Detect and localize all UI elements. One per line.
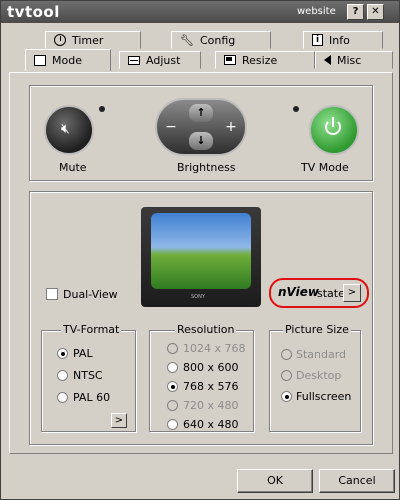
tv-image: SONY [141, 207, 261, 307]
radio-desktop-label: Desktop [296, 369, 342, 382]
nview-state-button[interactable]: > [343, 284, 361, 302]
resize-icon [224, 55, 236, 65]
radio-720x480-label: 720 x 480 [183, 399, 239, 412]
monitor-icon [34, 55, 46, 66]
tab-timer-label: Timer [72, 33, 104, 47]
adjust-icon [128, 55, 140, 65]
power-icon-bar [332, 117, 334, 127]
arrow-up-icon: ↑ [196, 106, 206, 119]
clock-icon [54, 34, 66, 46]
arrow-down-icon: ↓ [196, 134, 206, 147]
mute-button[interactable]: 🔇︎ [44, 105, 94, 155]
tvformat-more-button[interactable]: > [111, 413, 127, 428]
tab-misc-label: Misc [337, 53, 362, 67]
radio-standard-label: Standard [296, 348, 347, 361]
tab-config-label: Config [199, 33, 236, 47]
radio-640x480-label: 640 x 480 [183, 418, 239, 431]
tvmode-label: TV Mode [301, 161, 349, 174]
website-link[interactable]: website [297, 6, 336, 17]
brightness-down-button[interactable]: ↓ [189, 132, 213, 150]
radio-pal60[interactable] [57, 392, 68, 403]
cancel-button[interactable]: Cancel [319, 469, 395, 493]
resolution-title: Resolution [175, 323, 237, 336]
title-bar[interactable]: tvtool website ? ✕ [1, 1, 399, 23]
brightness-control: ↑ ↓ − + [155, 98, 247, 156]
app-title: tvtool [7, 3, 60, 21]
radio-640x480[interactable] [167, 419, 178, 430]
radio-768x576[interactable] [167, 381, 178, 392]
radio-standard[interactable] [281, 349, 292, 360]
tab-resize-label: Resize [242, 53, 278, 67]
brightness-plus-button[interactable]: + [223, 117, 239, 137]
tab-misc[interactable]: Misc [315, 51, 393, 69]
tab-info-label: Info [329, 33, 350, 47]
mute-speaker-icon: 🔇︎ [61, 121, 70, 137]
tab-adjust[interactable]: Adjust [119, 51, 201, 69]
dualview-label: Dual-View [63, 288, 118, 301]
tvformat-title: TV-Format [61, 323, 122, 336]
tab-mode[interactable]: Mode [25, 49, 111, 71]
radio-800x600-label: 800 x 600 [183, 361, 239, 374]
tv-screen [151, 213, 251, 289]
radio-720x480[interactable] [167, 400, 178, 411]
info-icon: i [312, 34, 323, 46]
radio-ntsc[interactable] [57, 370, 68, 381]
radio-pal60-label: PAL 60 [73, 391, 111, 404]
radio-desktop[interactable] [281, 370, 292, 381]
radio-fullscreen-label: Fullscreen [296, 390, 352, 403]
tvmode-led [293, 106, 299, 112]
chevron-right-icon: > [114, 415, 124, 426]
help-button[interactable]: ? [347, 4, 364, 20]
brightness-label: Brightness [177, 161, 236, 174]
radio-fullscreen[interactable] [281, 391, 292, 402]
radio-ntsc-label: NTSC [73, 369, 103, 382]
plus-icon: + [225, 119, 237, 135]
tab-resize[interactable]: Resize [215, 51, 315, 69]
brightness-minus-button[interactable]: − [163, 117, 179, 137]
radio-1024x768[interactable] [167, 343, 178, 354]
radio-pal[interactable] [57, 348, 68, 359]
nview-state-label: state [317, 287, 345, 300]
tab-mode-label: Mode [52, 54, 82, 67]
tvmode-button[interactable] [309, 105, 359, 155]
speaker-icon [324, 55, 331, 65]
radio-768x576-label: 768 x 576 [183, 380, 239, 393]
tab-timer[interactable]: Timer [45, 31, 141, 49]
radio-800x600[interactable] [167, 362, 178, 373]
tvtool-window: tvtool website ? ✕ Timer 🔧︎ Config i Inf… [0, 0, 400, 500]
radio-pal-label: PAL [73, 347, 93, 360]
mute-led [99, 106, 105, 112]
tab-config[interactable]: 🔧︎ Config [171, 31, 271, 49]
tab-info[interactable]: i Info [303, 31, 383, 49]
radio-1024x768-label: 1024 x 768 [183, 342, 246, 355]
dualview-checkbox[interactable] [46, 288, 58, 300]
close-button[interactable]: ✕ [367, 4, 384, 20]
chevron-right-icon: > [347, 287, 357, 298]
tv-brand: SONY [191, 294, 205, 300]
minus-icon: − [165, 119, 177, 135]
brightness-up-button[interactable]: ↑ [189, 104, 213, 122]
wrench-icon: 🔧︎ [180, 33, 194, 47]
ok-button[interactable]: OK [237, 469, 313, 493]
picturesize-title: Picture Size [283, 323, 351, 336]
nview-brand: nView [278, 285, 319, 299]
mute-label: Mute [59, 161, 87, 174]
tab-adjust-label: Adjust [146, 53, 181, 67]
